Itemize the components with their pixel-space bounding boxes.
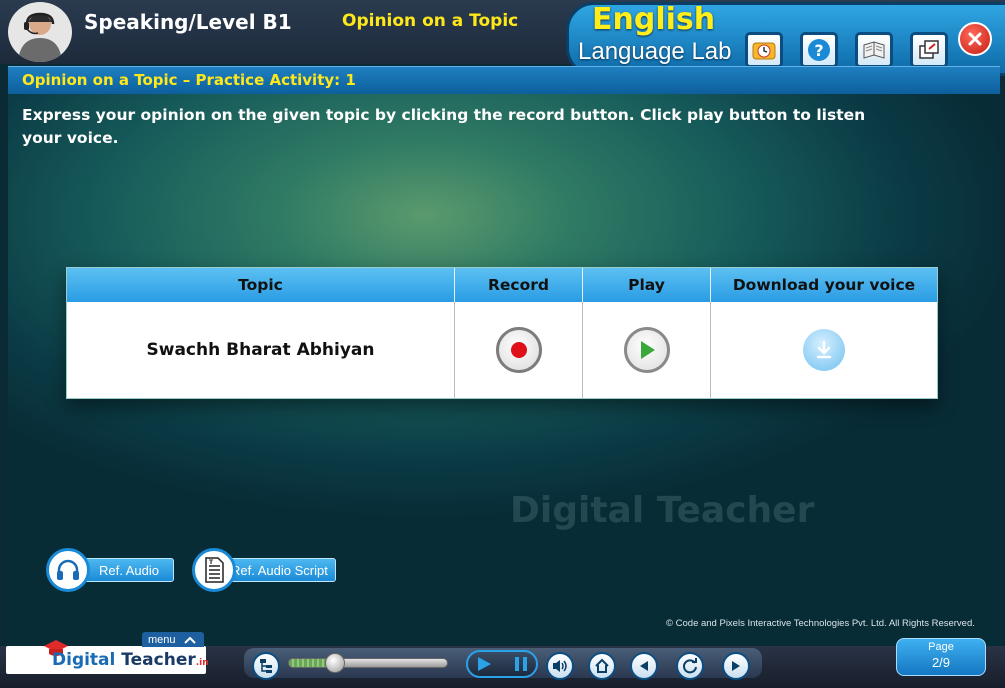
restore-window-icon (919, 40, 939, 59)
menu-label: menu (148, 633, 176, 646)
page-label: Page (928, 641, 954, 653)
page-title: Speaking/Level B1 (84, 10, 292, 34)
ref-script-label: Ref. Audio Script (231, 562, 328, 578)
chevron-up-icon (183, 636, 196, 644)
arrow-left-icon (640, 661, 648, 671)
pause-icon (515, 657, 527, 671)
play-icon (478, 657, 491, 671)
ref-audio-label: Ref. Audio (99, 562, 159, 578)
table-header: Topic Record Play Download your voice (67, 268, 937, 302)
play-cell (583, 302, 711, 398)
menu-button[interactable]: menu (142, 632, 204, 647)
footer-play-button[interactable] (474, 654, 494, 678)
previous-button[interactable] (630, 652, 658, 680)
download-button[interactable] (803, 329, 845, 371)
table-row: Swachh Bharat Abhiyan (67, 302, 937, 398)
home-icon (595, 658, 609, 673)
brand-english: English (592, 2, 716, 37)
replay-icon (683, 658, 697, 674)
activity-table: Topic Record Play Download your voice Sw… (66, 267, 938, 399)
sitemap-button[interactable] (252, 652, 280, 680)
header-download: Download your voice (732, 276, 916, 294)
page-indicator: Page 2/9 (896, 638, 986, 676)
restore-window-button[interactable] (910, 32, 948, 68)
record-cell (455, 302, 583, 398)
record-button[interactable] (495, 327, 542, 373)
header-record: Record (455, 268, 583, 302)
svg-text:?: ? (814, 41, 823, 60)
copyright-text: © Code and Pixels Interactive Technologi… (666, 618, 975, 629)
download-cell (711, 302, 937, 398)
volume-button[interactable] (546, 652, 574, 680)
replay-button[interactable] (676, 652, 704, 680)
help-button[interactable]: ? (800, 32, 838, 68)
play-icon (640, 341, 655, 359)
brand-language-lab: Language Lab (578, 38, 732, 65)
headphones-button[interactable] (46, 548, 90, 592)
script-doc-button[interactable]: T (192, 548, 236, 592)
watermark: Digital Teacher (510, 490, 815, 531)
avatar (8, 2, 72, 62)
close-button[interactable] (958, 22, 992, 56)
headphones-icon (57, 559, 79, 580)
logo-digital: Digital (52, 650, 116, 670)
topic-cell: Swachh Bharat Abhiyan (67, 302, 455, 398)
header-topic: Topic (67, 268, 455, 302)
sitemap-icon (260, 659, 272, 673)
topic-label: Swachh Bharat Abhiyan (146, 340, 375, 360)
home-button[interactable] (588, 652, 616, 680)
record-icon (510, 342, 527, 358)
header-play: Play (583, 268, 711, 302)
book-button[interactable] (855, 32, 893, 68)
clock-icon (752, 42, 776, 60)
progress-slider[interactable] (288, 658, 448, 668)
activity-bar: Opinion on a Topic – Practice Activity: … (8, 66, 1000, 94)
instruction-text: Express your opinion on the given topic … (22, 106, 866, 147)
book-icon (863, 41, 885, 59)
close-icon (968, 32, 982, 46)
pause-button[interactable] (512, 654, 530, 678)
clock-button[interactable] (745, 32, 783, 68)
arrow-right-icon (732, 661, 740, 671)
logo-teacher: Teacher (121, 650, 196, 670)
download-icon (816, 340, 832, 359)
page-number: 2/9 (931, 655, 951, 670)
play-button[interactable] (623, 327, 670, 373)
digital-teacher-logo[interactable]: Digital Teacher.in (52, 650, 209, 670)
progress-knob[interactable] (325, 653, 345, 673)
logo-suffix: .in (195, 658, 209, 668)
document-icon: T (205, 557, 224, 583)
topic-title: Opinion on a Topic (342, 11, 519, 31)
next-button[interactable] (722, 652, 750, 680)
activity-title: Opinion on a Topic – Practice Activity: … (22, 71, 356, 89)
help-icon: ? (808, 39, 830, 61)
speaker-icon (553, 660, 567, 672)
